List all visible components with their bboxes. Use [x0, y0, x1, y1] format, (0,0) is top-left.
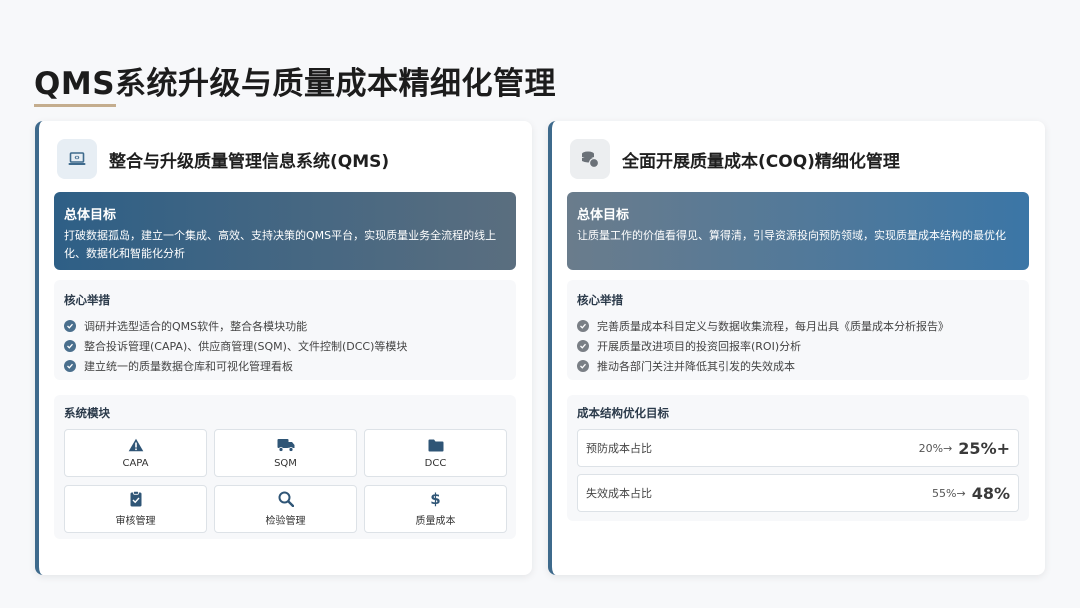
cost-label: 预防成本占比 [586, 442, 652, 455]
system-modules: 系统模块 CAPA SQM DCC 审核管理 检验管理 $ 质量成本 [54, 395, 516, 539]
list-item: 调研并选型适合的QMS软件，整合各模块功能 [64, 316, 506, 336]
list-item: 整合投诉管理(CAPA)、供应商管理(SQM)、文件控制(DCC)等模块 [64, 336, 506, 356]
qms-card: 整合与升级质量管理信息系统(QMS) 总体目标 打破数据孤岛，建立一个集成、高效… [35, 121, 532, 575]
list-item: 完善质量成本科目定义与数据收集流程，每月出具《质量成本分析报告》 [577, 316, 1019, 336]
module-audit: 审核管理 [64, 485, 207, 533]
check-circle-icon [577, 340, 589, 352]
cost-targets-title: 成本结构优化目标 [577, 406, 669, 420]
clipboard-check-icon [130, 491, 142, 507]
warning-icon [128, 437, 144, 453]
list-item: 推动各部门关注并降低其引发的失效成本 [577, 356, 1019, 376]
module-label: 检验管理 [265, 516, 306, 527]
coq-card-title: 全面开展质量成本(COQ)精细化管理 [622, 151, 900, 172]
list-item: 开展质量改进项目的投资回报率(ROI)分析 [577, 336, 1019, 356]
module-label: CAPA [122, 458, 149, 469]
folder-icon [428, 437, 444, 453]
cost-row-failure: 失效成本占比 55%→ 48% [577, 474, 1019, 512]
module-grid: CAPA SQM DCC 审核管理 检验管理 $ 质量成本 [64, 429, 507, 533]
module-label: DCC [424, 458, 447, 469]
list-item-text: 开展质量改进项目的投资回报率(ROI)分析 [597, 340, 802, 353]
qms-goal-title: 总体目标 [64, 208, 117, 223]
truck-icon [277, 437, 295, 453]
check-circle-icon [64, 320, 76, 332]
module-label: SQM [274, 458, 297, 469]
module-quality-cost: $ 质量成本 [364, 485, 507, 533]
cost-from: 20%→ [918, 441, 953, 455]
qms-goal-box: 总体目标 打破数据孤岛，建立一个集成、高效、支持决策的QMS平台，实现质量业务全… [54, 192, 516, 270]
check-circle-icon [64, 360, 76, 372]
check-circle-icon [64, 340, 76, 352]
qms-measures-title: 核心举措 [64, 293, 110, 307]
list-item-text: 整合投诉管理(CAPA)、供应商管理(SQM)、文件控制(DCC)等模块 [84, 340, 408, 353]
module-label: 审核管理 [115, 516, 156, 527]
laptop-icon [57, 139, 97, 179]
dollar-icon: $ [430, 490, 441, 508]
check-circle-icon [577, 320, 589, 332]
coq-card-header: 全面开展质量成本(COQ)精细化管理 [570, 138, 900, 180]
list-item: 建立统一的质量数据仓库和可视化管理看板 [64, 356, 506, 376]
system-modules-title: 系统模块 [64, 406, 110, 420]
list-item-text: 建立统一的质量数据仓库和可视化管理看板 [84, 360, 293, 373]
cost-to: 48% [971, 483, 1010, 503]
list-item-text: 调研并选型适合的QMS软件，整合各模块功能 [84, 320, 308, 333]
cost-to: 25%+ [958, 438, 1010, 458]
cost-label: 失效成本占比 [586, 487, 652, 500]
coq-goal-text: 让质量工作的价值看得见、算得清，引导资源投向预防领域，实现质量成本结构的最优化 [577, 229, 1006, 242]
module-sqm: SQM [214, 429, 357, 477]
search-icon [278, 491, 294, 507]
module-inspection: 检验管理 [214, 485, 357, 533]
coq-measures-title: 核心举措 [577, 293, 623, 307]
coq-card: 全面开展质量成本(COQ)精细化管理 总体目标 让质量工作的价值看得见、算得清，… [548, 121, 1045, 575]
check-circle-icon [577, 360, 589, 372]
module-dcc: DCC [364, 429, 507, 477]
qms-measures: 核心举措 调研并选型适合的QMS软件，整合各模块功能 整合投诉管理(CAPA)、… [54, 280, 516, 380]
coq-measures: 核心举措 完善质量成本科目定义与数据收集流程，每月出具《质量成本分析报告》 开展… [567, 280, 1029, 380]
qms-card-title: 整合与升级质量管理信息系统(QMS) [109, 151, 390, 172]
module-capa: CAPA [64, 429, 207, 477]
page-title: QMS系统升级与质量成本精细化管理 [34, 66, 557, 102]
coq-goal-box: 总体目标 让质量工作的价值看得见、算得清，引导资源投向预防领域，实现质量成本结构… [567, 192, 1029, 270]
qms-card-header: 整合与升级质量管理信息系统(QMS) [57, 138, 389, 180]
coins-icon [570, 139, 610, 179]
qms-goal-text: 打破数据孤岛，建立一个集成、高效、支持决策的QMS平台，实现质量业务全流程的线上… [64, 229, 497, 260]
cost-row-prevention: 预防成本占比 20%→ 25%+ [577, 429, 1019, 467]
list-item-text: 完善质量成本科目定义与数据收集流程，每月出具《质量成本分析报告》 [597, 320, 949, 333]
coq-goal-title: 总体目标 [577, 208, 630, 223]
cost-structure-targets: 成本结构优化目标 预防成本占比 20%→ 25%+ 失效成本占比 55%→ 48… [567, 395, 1029, 521]
module-label: 质量成本 [415, 516, 456, 527]
cost-from: 55%→ [932, 486, 966, 500]
title-underline [34, 104, 116, 107]
list-item-text: 推动各部门关注并降低其引发的失效成本 [597, 360, 795, 373]
